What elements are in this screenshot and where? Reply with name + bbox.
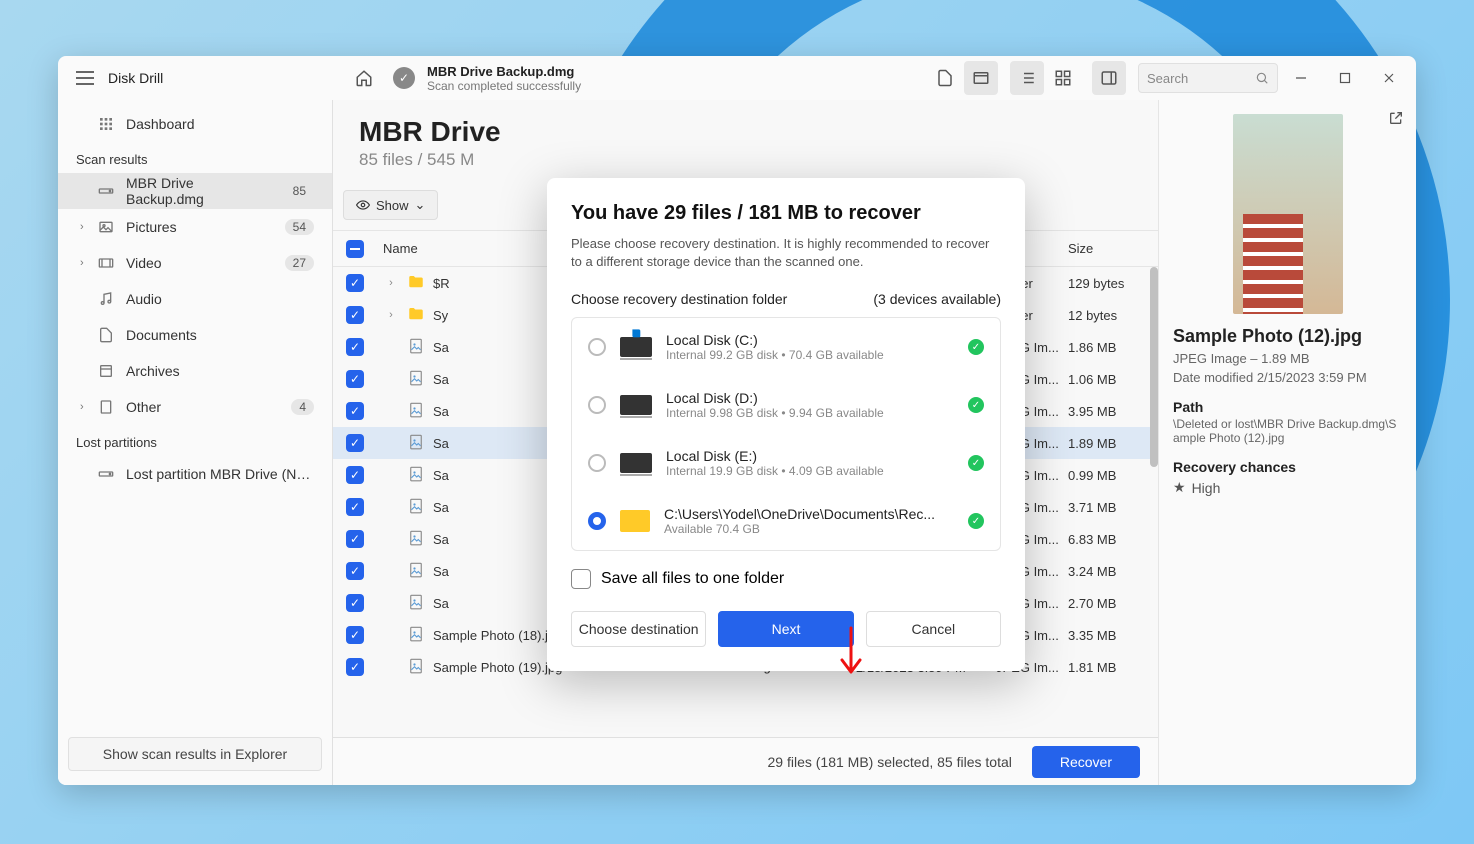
radio-icon [588,454,606,472]
save-all-label: Save all files to one folder [601,570,784,588]
radio-icon [588,512,606,530]
choose-destination-button[interactable]: Choose destination [571,611,706,647]
ok-icon: ✓ [968,455,984,471]
ok-icon: ✓ [968,513,984,529]
recovery-destination-modal: You have 29 files / 181 MB to recover Pl… [547,178,1025,671]
modal-title: You have 29 files / 181 MB to recover [571,202,1001,225]
modal-description: Please choose recovery destination. It i… [571,235,1001,271]
drive-icon [620,395,652,415]
ok-icon: ✓ [968,339,984,355]
checkbox-icon [571,569,591,589]
destination-sub: Available 70.4 GB [664,522,954,536]
folder-icon [620,510,650,532]
modal-devices-count: (3 devices available) [873,291,1001,307]
modal-choose-label: Choose recovery destination folder [571,291,787,307]
destination-option[interactable]: Local Disk (C:)Internal 99.2 GB disk • 7… [572,318,1000,376]
radio-icon [588,396,606,414]
next-button[interactable]: Next [718,611,853,647]
ok-icon: ✓ [968,397,984,413]
destination-name: Local Disk (C:) [666,332,954,348]
destination-name: C:\Users\Yodel\OneDrive\Documents\Rec... [664,506,954,522]
destination-option[interactable]: Local Disk (E:)Internal 19.9 GB disk • 4… [572,434,1000,492]
destination-sub: Internal 19.9 GB disk • 4.09 GB availabl… [666,464,954,478]
destination-option[interactable]: C:\Users\Yodel\OneDrive\Documents\Rec...… [572,492,1000,550]
drive-icon [620,337,652,357]
destination-name: Local Disk (E:) [666,448,954,464]
destination-option[interactable]: Local Disk (D:)Internal 9.98 GB disk • 9… [572,376,1000,434]
cancel-button[interactable]: Cancel [866,611,1001,647]
destination-sub: Internal 99.2 GB disk • 70.4 GB availabl… [666,348,954,362]
app-window: Disk Drill ✓ MBR Drive Backup.dmg Scan c… [58,56,1416,785]
drive-icon [620,453,652,473]
destination-name: Local Disk (D:) [666,390,954,406]
radio-icon [588,338,606,356]
save-all-to-one-folder-checkbox[interactable]: Save all files to one folder [571,569,1001,589]
destination-sub: Internal 9.98 GB disk • 9.94 GB availabl… [666,406,954,420]
